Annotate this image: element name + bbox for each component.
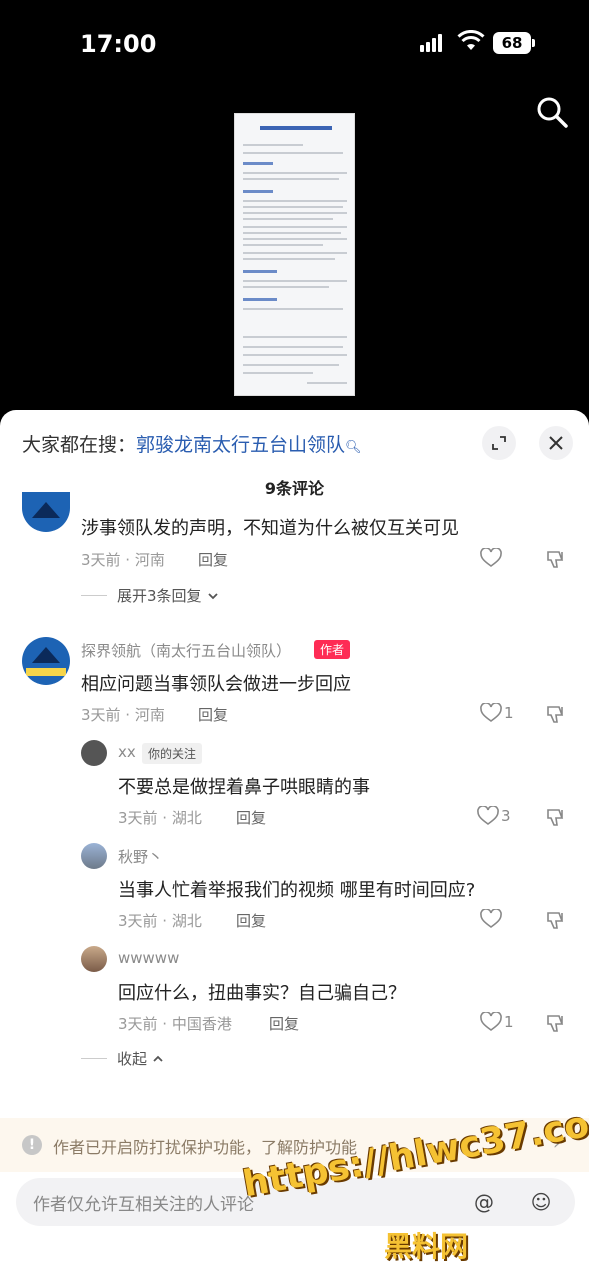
search-icon: 🔍︎ — [345, 440, 362, 455]
status-time: 17:00 — [80, 30, 157, 58]
dislike-icon[interactable] — [545, 909, 567, 931]
like-count: 1 — [504, 704, 514, 722]
close-icon — [549, 436, 563, 450]
at-icon[interactable]: @ — [471, 1189, 497, 1215]
like-count: 3 — [501, 807, 511, 825]
like-count: 1 — [504, 1013, 514, 1031]
reply-text: 回应什么，扭曲事实？自己骗自己？ — [118, 983, 406, 1004]
reply-author[interactable]: xx — [118, 743, 136, 761]
reply-button[interactable]: 回复 — [269, 1013, 299, 1034]
close-button[interactable] — [539, 426, 573, 460]
search-icon[interactable] — [535, 95, 569, 129]
dislike-icon[interactable] — [545, 1012, 567, 1034]
reply-button[interactable]: 回复 — [236, 910, 266, 931]
comment-meta: 3天前 · 河南 — [81, 551, 165, 569]
wifi-icon — [457, 30, 485, 50]
emoji-icon[interactable]: ☺︎ — [528, 1189, 554, 1215]
reply-meta: 3天前 · 中国香港 — [118, 1015, 232, 1033]
reply-meta: 3天前 · 湖北 — [118, 809, 202, 827]
reply-text: 不要总是做捏着鼻子哄眼睛的事 — [118, 777, 370, 798]
hot-search-prefix: 大家都在搜： — [22, 434, 137, 456]
warning-icon: ! — [22, 1135, 42, 1155]
expand-replies-button[interactable]: 展开3条回复 — [81, 585, 220, 606]
heart-icon — [477, 806, 499, 825]
heart-icon — [480, 548, 502, 567]
avatar[interactable] — [81, 946, 107, 972]
like-button[interactable]: 1 — [480, 703, 514, 723]
expand-icon — [492, 436, 506, 450]
like-button[interactable] — [480, 548, 502, 568]
avatar[interactable] — [81, 843, 107, 869]
collapse-replies-button[interactable]: 收起 — [81, 1048, 165, 1069]
battery-indicator: 68 — [493, 32, 535, 54]
avatar[interactable] — [81, 740, 107, 766]
like-button[interactable]: 1 — [480, 1012, 514, 1032]
reply-meta: 3天前 · 湖北 — [118, 912, 202, 930]
like-button[interactable]: 3 — [477, 806, 511, 826]
reply-button[interactable]: 回复 — [236, 807, 266, 828]
comment-meta: 3天前 · 河南 — [81, 706, 165, 724]
dislike-icon[interactable] — [545, 806, 567, 828]
comment-count: 9条评论 — [264, 479, 325, 498]
watermark-site: 黑料网 — [384, 1230, 469, 1263]
reply-button[interactable]: 回复 — [198, 549, 228, 570]
expand-replies-label: 展开3条回复 — [117, 587, 202, 605]
avatar[interactable] — [22, 492, 70, 532]
heart-icon — [480, 909, 502, 928]
signal-icon — [420, 34, 446, 52]
dislike-icon[interactable] — [545, 703, 567, 725]
heart-icon — [480, 1012, 502, 1031]
comment-text: 涉事领队发的声明，不知道为什么被仅互关可见 — [81, 518, 459, 539]
dislike-icon[interactable] — [545, 548, 567, 570]
reply-button[interactable]: 回复 — [198, 704, 228, 725]
heart-icon — [480, 703, 502, 722]
following-badge: 你的关注 — [142, 743, 203, 764]
reply-author[interactable]: 秋野丶 — [118, 846, 163, 867]
reply-text: 当事人忙着举报我们的视频 哪里有时间回应? — [118, 880, 476, 901]
comment-author[interactable]: 探界领航（南太行五台山领队） — [81, 640, 291, 661]
chevron-up-icon — [153, 1055, 163, 1062]
avatar[interactable] — [22, 637, 70, 685]
hot-search-keyword[interactable]: 郭骏龙南太行五台山领队 — [136, 434, 345, 456]
author-badge: 作者 — [314, 640, 351, 659]
comment-text: 相应问题当事领队会做进一步回应 — [81, 674, 351, 695]
expand-button[interactable] — [482, 426, 516, 460]
comment-input-placeholder: 作者仅允许互相关注的人评论 — [33, 1195, 254, 1215]
video-document-image[interactable] — [234, 113, 355, 396]
reply-author[interactable]: wwwww — [118, 949, 179, 967]
like-button[interactable] — [480, 909, 502, 929]
status-bar: 17:00 68 — [0, 0, 589, 90]
hot-search-bar[interactable]: 大家都在搜：郭骏龙南太行五台山领队🔍︎ — [22, 430, 362, 457]
chevron-down-icon — [207, 592, 218, 599]
collapse-label: 收起 — [117, 1050, 148, 1068]
